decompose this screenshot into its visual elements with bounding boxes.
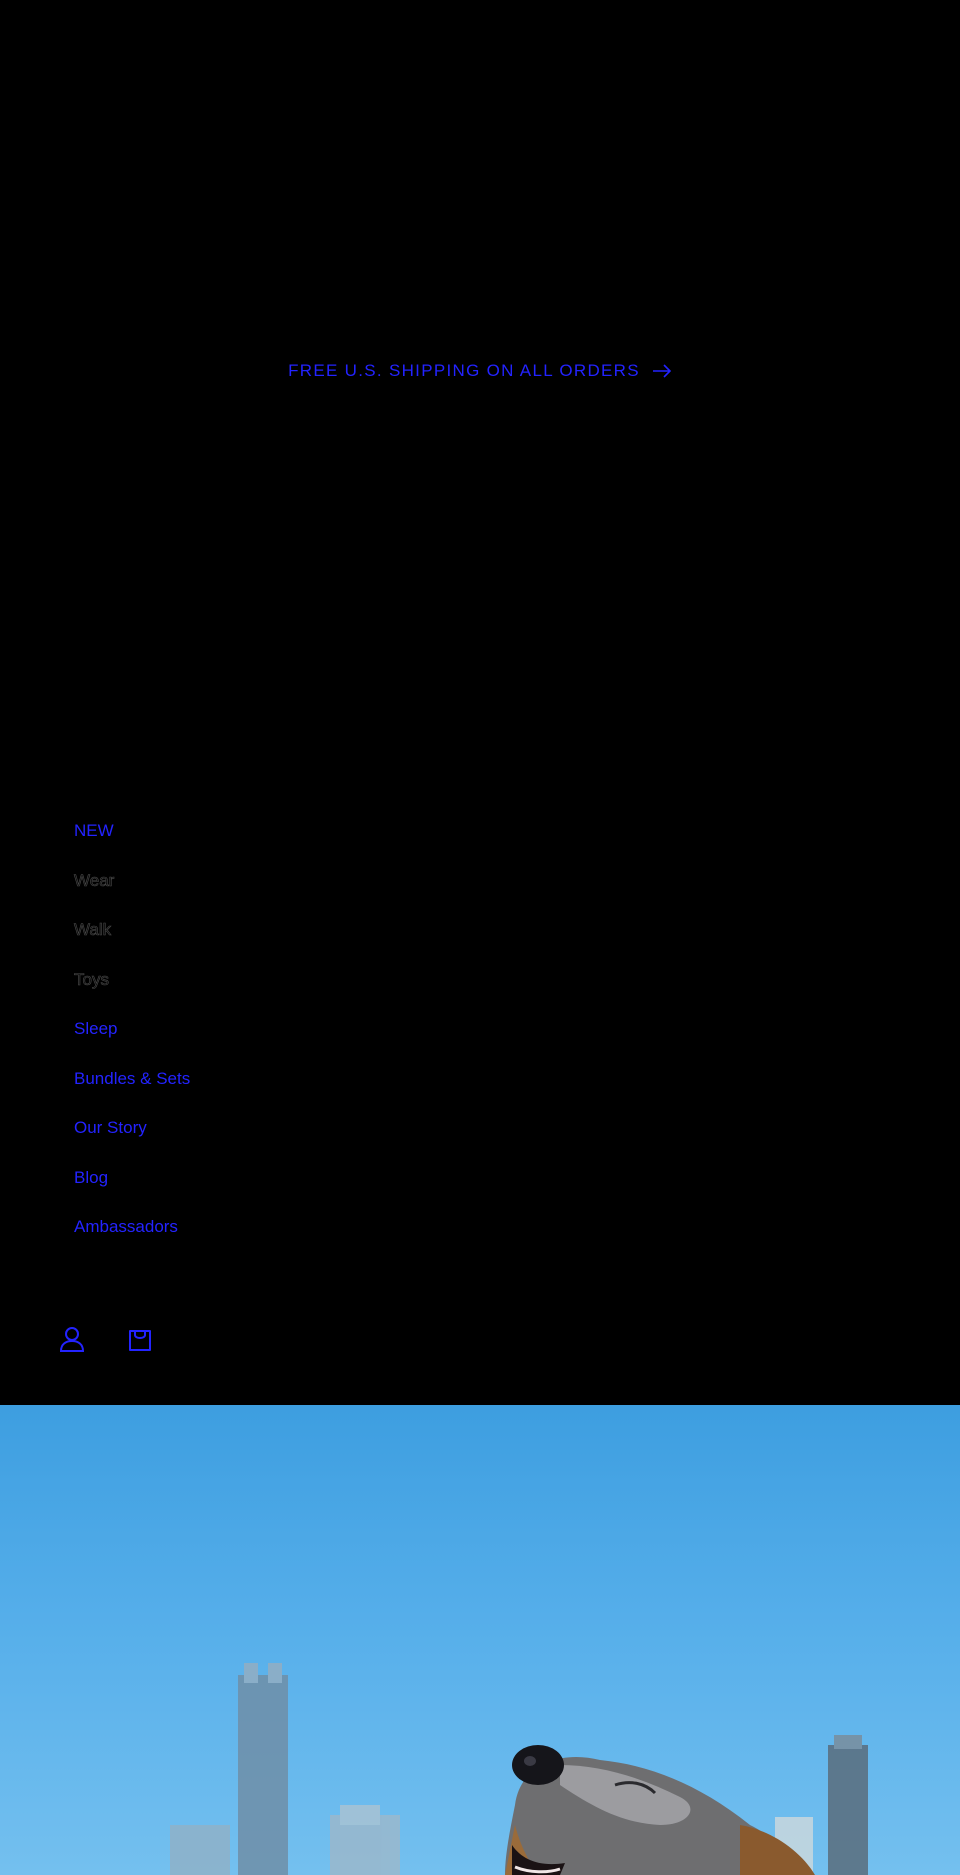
nav-item-toys[interactable]: Toys	[74, 970, 190, 1021]
arrow-right-icon	[652, 364, 672, 378]
header-icons	[58, 1325, 154, 1353]
nav-item-sleep[interactable]: Sleep	[74, 1020, 190, 1070]
nav-item-ambassadors[interactable]: Ambassadors	[74, 1218, 190, 1268]
hero-illustration	[170, 1663, 868, 1875]
nav-item-our-story[interactable]: Our Story	[74, 1119, 190, 1169]
main-navigation: NEW Wear Walk Toys Sleep Bundles & Sets …	[74, 822, 191, 1268]
announcement-bar: FREE U.S. SHIPPING ON ALL ORDERS	[0, 0, 960, 742]
nav-item-blog[interactable]: Blog	[74, 1168, 190, 1219]
announcement-text: FREE U.S. SHIPPING ON ALL ORDERS	[288, 361, 640, 380]
nav-item-walk[interactable]: Walk	[74, 920, 190, 971]
nav-item-wear[interactable]: Wear	[74, 871, 190, 922]
nav-item-bundles[interactable]: Bundles & Sets	[74, 1069, 190, 1120]
announcement-link[interactable]: FREE U.S. SHIPPING ON ALL ORDERS	[288, 361, 672, 381]
nav-item-new[interactable]: NEW	[74, 822, 190, 872]
cart-icon[interactable]	[126, 1325, 154, 1353]
hero-image	[0, 1405, 960, 1875]
account-icon[interactable]	[58, 1325, 86, 1353]
